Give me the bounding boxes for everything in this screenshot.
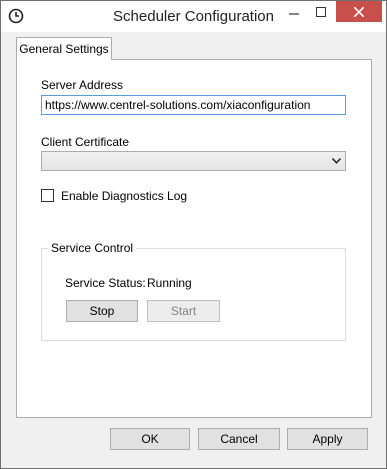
- client-certificate-label: Client Certificate: [41, 135, 130, 149]
- ok-button[interactable]: OK: [110, 428, 190, 450]
- diagnostics-log-checkbox[interactable]: [41, 189, 54, 202]
- minimize-button[interactable]: [280, 1, 307, 22]
- server-address-input[interactable]: [41, 95, 346, 115]
- chevron-down-icon: [332, 158, 341, 164]
- diagnostics-log-label[interactable]: Enable Diagnostics Log: [61, 189, 187, 203]
- service-status-value: Running: [147, 276, 192, 290]
- minimize-icon: [288, 12, 299, 15]
- maximize-button[interactable]: [307, 1, 334, 22]
- client-certificate-dropdown[interactable]: [41, 151, 346, 171]
- general-settings-panel: Server Address Client Certificate Enable…: [16, 59, 372, 418]
- cancel-button[interactable]: Cancel: [198, 428, 280, 450]
- service-control-group: Service Control Service Status: Running …: [41, 241, 346, 341]
- maximize-icon: [315, 6, 326, 17]
- service-status-label: Service Status:: [65, 276, 146, 290]
- tab-general-settings[interactable]: General Settings: [16, 37, 112, 60]
- start-button[interactable]: Start: [147, 300, 220, 322]
- service-control-legend: Service Control: [48, 241, 137, 255]
- stop-button[interactable]: Stop: [66, 300, 138, 322]
- close-icon: [354, 6, 364, 17]
- close-button[interactable]: [336, 1, 382, 22]
- scheduler-configuration-window: Scheduler Configuration General Settings…: [0, 0, 387, 469]
- title-bar: Scheduler Configuration: [1, 1, 386, 32]
- apply-button[interactable]: Apply: [287, 428, 368, 450]
- server-address-label: Server Address: [41, 78, 124, 92]
